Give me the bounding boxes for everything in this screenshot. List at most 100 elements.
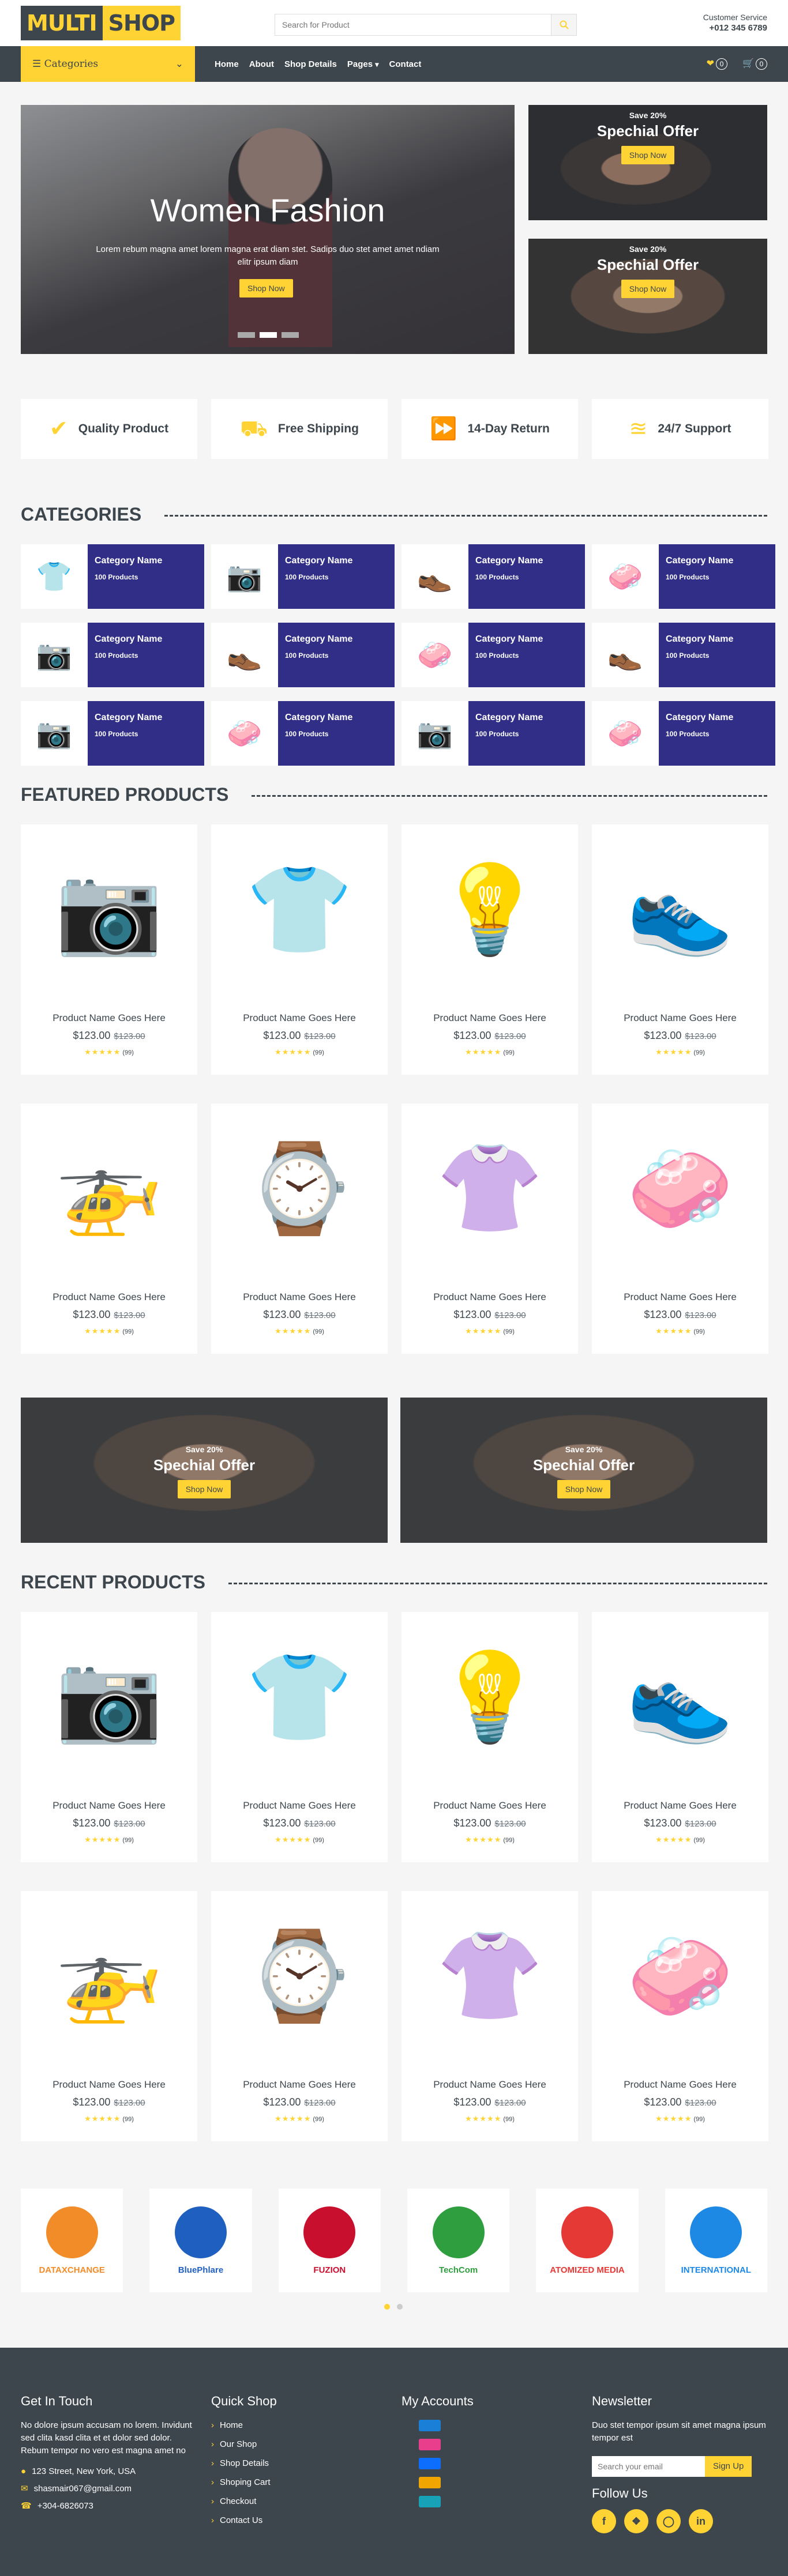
product-name[interactable]: Product Name Goes Here (211, 1800, 388, 1812)
footer-link[interactable]: › Shop Details (211, 2457, 390, 2470)
product-card[interactable]: 👕 Product Name Goes Here $123.00 $123.00 ★★★… (211, 824, 388, 1075)
angle-right-icon: › (211, 2458, 214, 2468)
search-button[interactable] (551, 14, 576, 35)
mastercard-icon[interactable] (419, 2439, 441, 2451)
hero-shop-now-button[interactable]: Shop Now (239, 279, 293, 297)
product-name[interactable]: Product Name Goes Here (21, 2079, 197, 2091)
vendor-logo[interactable]: INTERNATIONAL (665, 2189, 767, 2292)
visa-icon[interactable] (419, 2420, 441, 2432)
product-card[interactable]: 🚁 Product Name Goes Here $123.00 $123.00 ★★★… (21, 1104, 197, 1354)
nav-about[interactable]: About (249, 59, 274, 69)
product-name[interactable]: Product Name Goes Here (401, 1291, 578, 1303)
product-name[interactable]: Product Name Goes Here (21, 1291, 197, 1303)
offer-shop-now-button[interactable]: Shop Now (621, 146, 675, 164)
vendor-dot[interactable] (397, 2304, 403, 2310)
product-card[interactable]: 👚 Product Name Goes Here $123.00 $123.00 ★★★… (401, 1891, 578, 2141)
product-name[interactable]: Product Name Goes Here (211, 1291, 388, 1303)
product-card[interactable]: 🧼 Product Name Goes Here $123.00 $123.00 ★★★… (592, 1104, 768, 1354)
product-name[interactable]: Product Name Goes Here (211, 2079, 388, 2091)
offer-shop-now-button[interactable]: Shop Now (557, 1480, 611, 1498)
carousel-dot[interactable] (238, 332, 255, 338)
footer-address: 123 Street, New York, USA (32, 2466, 136, 2476)
product-name[interactable]: Product Name Goes Here (401, 1012, 578, 1024)
product-card[interactable]: 🚁 Product Name Goes Here $123.00 $123.00 ★★★… (21, 1891, 197, 2141)
cart-button[interactable]: 🛒 0 (742, 58, 767, 70)
nav-shop-details[interactable]: Shop Details (284, 59, 337, 69)
category-card[interactable]: 🧼 Category Name 100 Products (401, 623, 585, 687)
vendor-dot[interactable] (384, 2304, 390, 2310)
category-card[interactable]: 📷 Category Name 100 Products (21, 623, 204, 687)
wishlist-button[interactable]: ❤ 0 (707, 58, 728, 70)
section-title: RECENT PRODUCTS (21, 1571, 206, 1592)
product-name[interactable]: Product Name Goes Here (21, 1012, 197, 1024)
carousel-dot[interactable] (282, 332, 299, 338)
twitter-icon[interactable]: ❖ (624, 2509, 648, 2533)
product-name[interactable]: Product Name Goes Here (592, 2079, 768, 2091)
category-card[interactable]: 👕 Category Name 100 Products (21, 544, 204, 609)
discover-icon[interactable] (419, 2477, 441, 2489)
product-card[interactable]: 🧼 Product Name Goes Here $123.00 $123.00 ★★★… (592, 1891, 768, 2141)
product-card[interactable]: ⌚ Product Name Goes Here $123.00 $123.00 ★★★… (211, 1891, 388, 2141)
footer-link[interactable]: › Our Shop (211, 2438, 390, 2451)
camera-image: 📷 (36, 717, 73, 750)
instagram-icon[interactable]: ◯ (656, 2509, 681, 2533)
product-name[interactable]: Product Name Goes Here (21, 1800, 197, 1812)
vendor-logo[interactable]: DATAXCHANGE (21, 2189, 123, 2292)
footer-email[interactable]: shasmair067@gmail.com (34, 2484, 132, 2494)
category-card[interactable]: 🧼 Category Name 100 Products (592, 701, 775, 766)
vendor-logo[interactable]: BluePhlare (149, 2189, 252, 2292)
product-card[interactable]: 👟 Product Name Goes Here $123.00 $123.00 ★★★… (592, 824, 768, 1075)
footer-link[interactable]: › Shoping Cart (211, 2476, 390, 2489)
offer-shop-now-button[interactable]: Shop Now (621, 280, 675, 298)
product-card[interactable]: ⌚ Product Name Goes Here $123.00 $123.00 ★★★… (211, 1104, 388, 1354)
product-card[interactable]: 💡 Product Name Goes Here $123.00 $123.00 ★★★… (401, 1612, 578, 1862)
nav-pages[interactable]: Pages ▾ (347, 59, 379, 69)
category-name: Category Name (666, 713, 734, 722)
category-card[interactable]: 👞 Category Name 100 Products (401, 544, 585, 609)
signup-button[interactable]: Sign Up (705, 2456, 752, 2477)
category-card[interactable]: 👞 Category Name 100 Products (211, 623, 395, 687)
footer-link[interactable]: › Home (211, 2419, 390, 2432)
category-card[interactable]: 📷 Category Name 100 Products (21, 701, 204, 766)
feature-quality: ✔ Quality Product (21, 399, 197, 459)
product-name[interactable]: Product Name Goes Here (401, 1800, 578, 1812)
nav-contact[interactable]: Contact (389, 59, 422, 69)
vendor-logo[interactable]: FUZION (278, 2189, 381, 2292)
facebook-icon[interactable]: f (592, 2509, 616, 2533)
product-card[interactable]: 💡 Product Name Goes Here $123.00 $123.00 ★★★… (401, 824, 578, 1075)
offer-shop-now-button[interactable]: Shop Now (177, 1480, 231, 1498)
footer-link[interactable]: › Checkout (211, 2495, 390, 2508)
categories-dropdown[interactable]: ☰ Categories ⌄ (21, 46, 195, 82)
product-rating: ★★★★★ (99) (465, 2114, 515, 2123)
footer-link[interactable]: › Contact Us (211, 2514, 390, 2527)
vendor-logo[interactable]: ATOMIZED MEDIA (536, 2189, 639, 2292)
category-card[interactable]: 🧼 Category Name 100 Products (592, 544, 775, 609)
offer-banner: Save 20% Spechial Offer Shop Now (528, 105, 767, 220)
category-card[interactable]: 📷 Category Name 100 Products (401, 701, 585, 766)
product-name[interactable]: Product Name Goes Here (592, 1012, 768, 1024)
product-rating: ★★★★★ (99) (465, 1835, 515, 1844)
category-card[interactable]: 👞 Category Name 100 Products (592, 623, 775, 687)
nav-home[interactable]: Home (215, 59, 239, 69)
product-name[interactable]: Product Name Goes Here (592, 1291, 768, 1303)
footer-get-in-touch: Get In Touch No dolore ipsum accusam no … (21, 2394, 200, 2513)
product-card[interactable]: 👕 Product Name Goes Here $123.00 $123.00 ★★★… (211, 1612, 388, 1862)
product-card[interactable]: 📷 Product Name Goes Here $123.00 $123.00 ★★★… (21, 1612, 197, 1862)
category-card[interactable]: 📷 Category Name 100 Products (211, 544, 395, 609)
product-card[interactable]: 📷 Product Name Goes Here $123.00 $123.00 ★★★… (21, 824, 197, 1075)
product-card[interactable]: 👚 Product Name Goes Here $123.00 $123.00 ★★★… (401, 1104, 578, 1354)
amex-icon[interactable] (419, 2496, 441, 2508)
carousel-dot[interactable] (260, 332, 277, 338)
product-name[interactable]: Product Name Goes Here (401, 2079, 578, 2091)
newsletter-email-input[interactable] (592, 2456, 705, 2477)
logo[interactable]: MULTI SHOP (21, 6, 181, 40)
linkedin-icon[interactable]: in (689, 2509, 713, 2533)
product-name[interactable]: Product Name Goes Here (592, 1800, 768, 1812)
search-input[interactable] (275, 14, 551, 35)
vendor-logo[interactable]: TechCom (407, 2189, 510, 2292)
paypal-icon[interactable] (419, 2458, 441, 2470)
product-card[interactable]: 👟 Product Name Goes Here $123.00 $123.00 ★★★… (592, 1612, 768, 1862)
product-name[interactable]: Product Name Goes Here (211, 1012, 388, 1024)
category-card[interactable]: 🧼 Category Name 100 Products (211, 701, 395, 766)
review-count: (99) (503, 1837, 515, 1844)
